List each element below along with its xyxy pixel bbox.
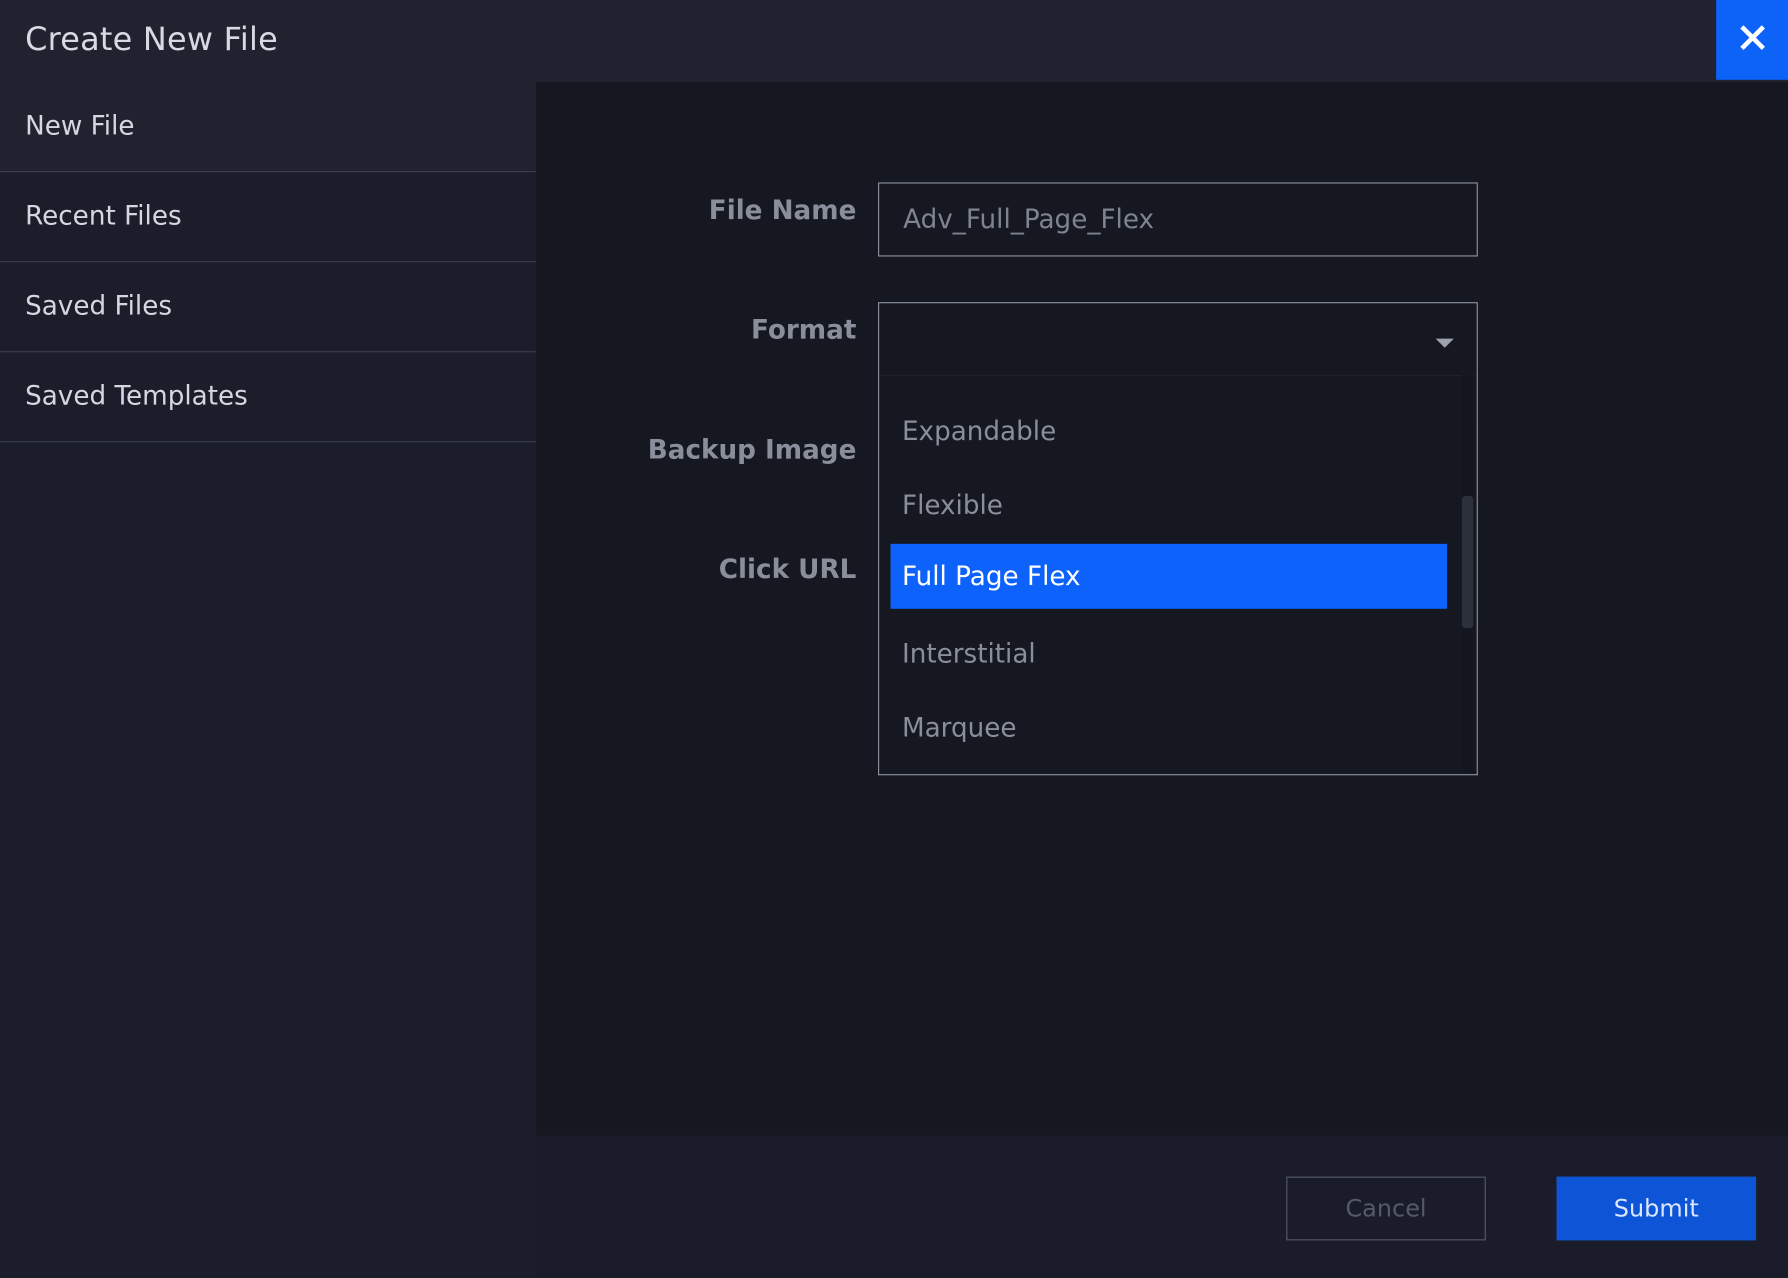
dropdown-option[interactable]: Marquee [891,695,1447,760]
format-dropdown-list: Expandable Flexible Full Page Flex Inter… [878,375,1478,776]
close-button[interactable] [1716,0,1788,80]
file-name-input[interactable] [879,183,1477,256]
chevron-down-icon[interactable] [1435,338,1454,348]
dialog-header: Create New File [0,0,1788,83]
dropdown-option-selected[interactable]: Full Page Flex [890,543,1448,609]
dropdown-option[interactable]: Interstitial [891,621,1447,686]
dropdown-option[interactable]: Flexible [891,473,1447,538]
sidebar-item-saved-templates[interactable]: Saved Templates [0,352,536,443]
sidebar-item-recent-files[interactable]: Recent Files [0,172,536,263]
sidebar-item-new-file[interactable]: New File [0,82,536,173]
dialog-title: Create New File [25,20,278,59]
sidebar-item-label: New File [25,111,135,142]
sidebar-item-label: Recent Files [25,201,182,232]
dropdown-scrollbar[interactable] [1461,375,1474,773]
format-label: Format [750,315,857,346]
format-select[interactable] [878,302,1478,377]
sidebar-item-saved-files[interactable]: Saved Files [0,262,536,353]
backup-image-label: Backup Image [647,435,857,466]
file-name-label: File Name [708,196,857,226]
create-file-dialog: Create New File New File Recent Files Sa… [0,0,1788,1278]
sidebar-item-label: Saved Files [25,291,173,322]
close-icon [1739,25,1765,55]
cancel-button[interactable]: Cancel [1286,1176,1486,1241]
file-name-field[interactable] [878,182,1478,257]
dropdown-option[interactable]: Expandable [891,399,1447,464]
sidebar: New File Recent Files Saved Files Saved … [0,82,536,1278]
click-url-label: Click URL [718,555,857,585]
sidebar-item-label: Saved Templates [25,381,248,412]
scrollbar-thumb[interactable] [1461,495,1474,629]
submit-button[interactable]: Submit [1556,1176,1757,1241]
